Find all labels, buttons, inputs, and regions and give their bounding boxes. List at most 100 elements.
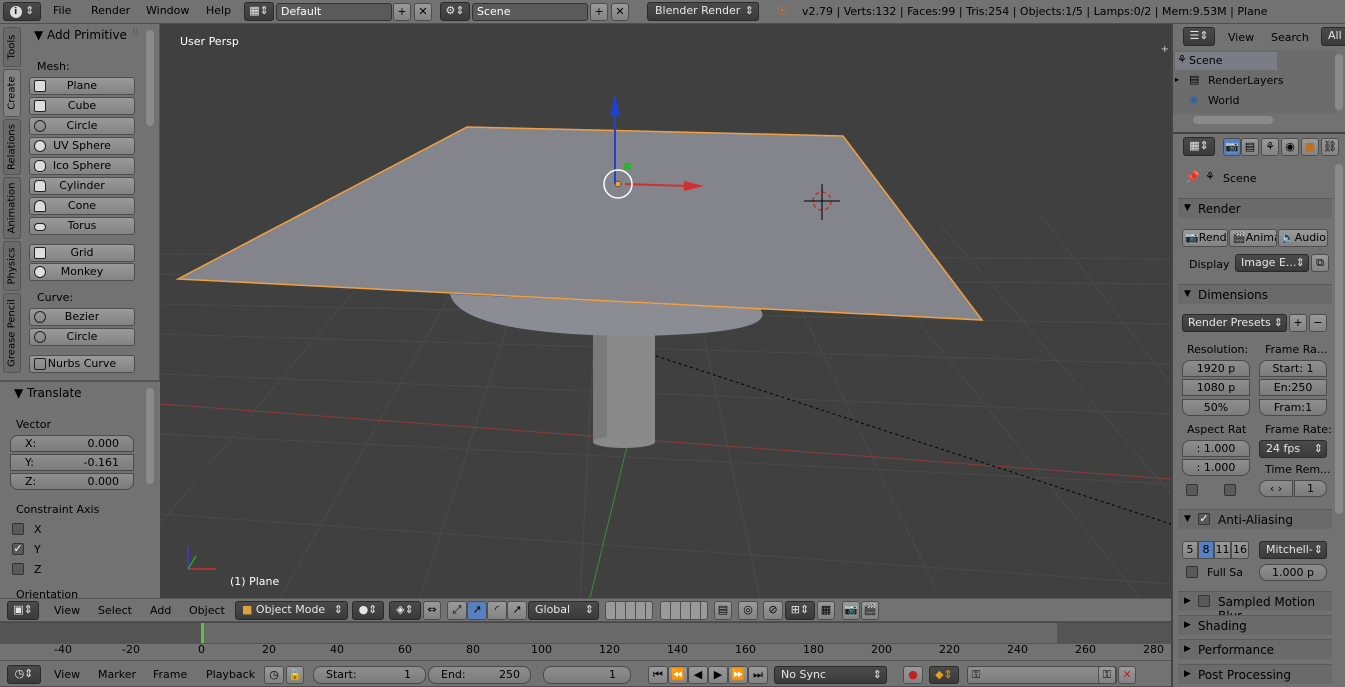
layout-name-field[interactable]: Default [276, 3, 392, 21]
rotate-manipulator-button[interactable]: ↗ [467, 601, 487, 620]
menu-window[interactable]: Window [146, 4, 189, 17]
outliner-item-world[interactable]: ◉ World [1175, 92, 1295, 110]
panel-grip-icon[interactable]: ⠿ [132, 28, 139, 38]
timeline-menu-frame[interactable]: Frame [153, 668, 187, 681]
aa-samples-16[interactable]: 16 [1231, 541, 1249, 559]
screen-layout-icon-button[interactable]: ▦⇕ [244, 2, 274, 21]
expand-icon[interactable]: ▸ [1175, 75, 1179, 84]
render-engine-select[interactable]: Blender Render ⇕ [647, 2, 759, 21]
lock-range-button[interactable]: 🔒 [286, 666, 304, 684]
add-nurbs-curve-button[interactable]: Nurbs Curve [29, 355, 135, 373]
tab-physics[interactable]: Physics [3, 241, 21, 291]
play-button[interactable]: ▶ [708, 666, 728, 684]
transform-extra-button[interactable]: ↗ [507, 601, 527, 620]
tool-scrollbar[interactable] [146, 30, 154, 126]
resolution-percentage-field[interactable]: 50% [1182, 399, 1250, 416]
scale-manipulator-button[interactable]: ◜ [487, 601, 507, 620]
start-frame-field[interactable]: Start: 1 [313, 666, 426, 684]
crop-checkbox[interactable] [1224, 484, 1236, 496]
add-curve-circle-button[interactable]: Circle [29, 328, 135, 346]
render-still-button[interactable]: 📷Rend [1182, 229, 1228, 247]
time-remap-new-field[interactable]: 1 [1294, 480, 1327, 497]
translate-title[interactable]: ▼ Translate [14, 386, 82, 400]
render-animation-button[interactable]: 🎬Anima [1229, 229, 1277, 247]
render-presets-select[interactable]: Render Presets ⇕ [1182, 314, 1287, 332]
frame-step-field[interactable]: Fram:1 [1259, 399, 1327, 416]
menu-file[interactable]: File [53, 4, 71, 17]
view3d-menu-object[interactable]: Object [189, 604, 225, 617]
add-cylinder-button[interactable]: Cylinder [29, 177, 135, 195]
jump-start-button[interactable]: ⏮ [648, 666, 668, 684]
constraint-x-checkbox[interactable] [12, 523, 24, 535]
tab-relations[interactable]: Relations [3, 119, 21, 175]
snap-toggle-button[interactable]: ⊘ [763, 601, 783, 620]
full-sample-checkbox[interactable] [1186, 566, 1198, 578]
prop-tab-object[interactable]: ■ [1301, 138, 1319, 156]
manipulator-toggle-button[interactable]: ⇔ [423, 601, 441, 620]
border-checkbox[interactable] [1186, 484, 1198, 496]
tab-create[interactable]: Create [3, 69, 21, 117]
motion-blur-checkbox[interactable] [1198, 595, 1210, 607]
object-mode-select[interactable]: ■ Object Mode ⇕ [235, 601, 348, 620]
snap-element-button[interactable]: ⊞⇕ [785, 601, 815, 620]
timeline-area[interactable] [0, 622, 1171, 661]
remove-preset-button[interactable]: − [1309, 314, 1327, 332]
jump-end-button[interactable]: ⏭ [748, 666, 768, 684]
remove-scene-button[interactable]: ✕ [611, 3, 629, 21]
outliner-menu-search[interactable]: Search [1271, 31, 1309, 44]
viewport-shading-button[interactable]: ●⇕ [352, 601, 384, 620]
jump-keyframe-forward-button[interactable]: ⏩ [728, 666, 748, 684]
display-mode-select[interactable]: Image E... ⇕ [1235, 254, 1309, 272]
add-grid-button[interactable]: Grid [29, 244, 135, 262]
end-frame-field[interactable]: End: 250 [428, 666, 531, 684]
timeline-menu-marker[interactable]: Marker [98, 668, 136, 681]
layers-group-1[interactable] [605, 601, 653, 620]
snap-target-button[interactable]: ▦ [817, 601, 835, 620]
prop-tab-scene[interactable]: ⚘ [1261, 138, 1279, 156]
tab-tools[interactable]: Tools [3, 27, 21, 67]
menu-render[interactable]: Render [91, 4, 130, 17]
performance-section-header[interactable]: ▶ Performance [1178, 639, 1332, 659]
outliner-item-scene[interactable]: ⚘ Scene [1175, 52, 1277, 70]
vector-z-field[interactable]: Z: 0.000 [10, 473, 134, 490]
insert-keyframe-button[interactable]: ⚿ [1098, 666, 1116, 684]
properties-scrollbar[interactable] [1335, 164, 1343, 514]
layers-group-2[interactable] [660, 601, 708, 620]
motion-blur-section-header[interactable]: ▶Sampled Motion Blur [1178, 591, 1332, 623]
play-reverse-button[interactable]: ◀ [688, 666, 708, 684]
auto-keying-button[interactable]: ● [903, 666, 923, 684]
frame-rate-select[interactable]: 24 fps ⇕ [1259, 440, 1327, 458]
aa-samples-5[interactable]: 5 [1182, 541, 1198, 559]
render-animation-opengl-button[interactable]: 🎬 [861, 601, 879, 620]
viewport-corner-plus-icon[interactable]: + [1161, 44, 1169, 55]
3d-viewport[interactable]: User Persp (1) Plane + [160, 24, 1171, 598]
constraint-z-checkbox[interactable] [12, 563, 24, 575]
view3d-menu-add[interactable]: Add [150, 604, 171, 617]
post-processing-section-header[interactable]: ▶ Post Processing [1178, 664, 1332, 684]
remove-layout-button[interactable]: ✕ [414, 3, 432, 21]
properties-editor-type-button[interactable]: ▦⇕ [1183, 137, 1215, 156]
anti-aliasing-checkbox[interactable]: ✓ [1198, 513, 1210, 525]
prop-tab-world[interactable]: ◉ [1281, 138, 1299, 156]
scene-icon-button[interactable]: ⚙⇕ [440, 2, 470, 21]
z-axis-arrow[interactable] [610, 94, 620, 116]
translate-manipulator-button[interactable]: ⤢ [447, 601, 467, 620]
outliner-menu-view[interactable]: View [1228, 31, 1254, 44]
filter-size-field[interactable]: 1.000 p [1259, 564, 1327, 581]
lock-interface-button[interactable]: ⧉ [1311, 254, 1329, 272]
prop-tab-render[interactable]: 📷 [1223, 138, 1241, 156]
pivot-point-button[interactable]: ◈⇕ [389, 601, 421, 620]
add-uv-sphere-button[interactable]: UV Sphere [29, 137, 135, 155]
preview-range-button[interactable]: ◷ [264, 666, 284, 684]
add-ico-sphere-button[interactable]: Ico Sphere [29, 157, 135, 175]
time-remap-old-field[interactable]: ‹ › [1259, 480, 1293, 497]
timeline-menu-view[interactable]: View [54, 668, 80, 681]
render-section-header[interactable]: ▼ Render [1178, 198, 1332, 218]
resolution-y-field[interactable]: 1080 p [1182, 379, 1250, 396]
aspect-x-field[interactable]: : 1.000 [1182, 440, 1250, 457]
vector-y-field[interactable]: Y: -0.161 [10, 454, 134, 471]
frame-end-field[interactable]: En:250 [1259, 379, 1327, 396]
frame-start-field[interactable]: Start: 1 [1259, 360, 1327, 377]
tab-animation[interactable]: Animation [3, 177, 21, 239]
info-editor-type-button[interactable]: i ⇕ [3, 2, 41, 21]
